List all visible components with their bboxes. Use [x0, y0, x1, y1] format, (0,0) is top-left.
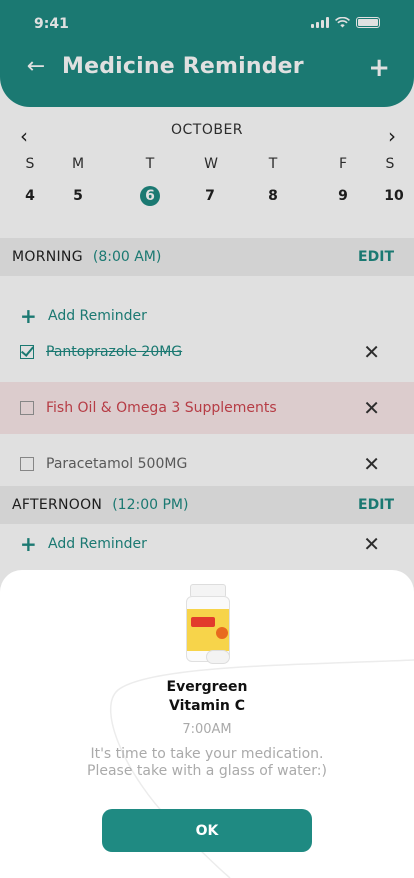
reminder-message-line2: Please take with a glass of water:)	[87, 763, 327, 779]
medication-name-line1: Evergreen	[166, 679, 248, 695]
pill-image	[206, 650, 230, 664]
reminder-message: It's time to take your medication. Pleas…	[0, 746, 414, 780]
medication-name: Evergreen Vitamin C	[0, 678, 414, 716]
medication-reminder-sheet: Evergreen Vitamin C 7:00AM It's time to …	[0, 570, 414, 878]
reminder-message-line1: It's time to take your medication.	[90, 746, 324, 762]
medication-name-line2: Vitamin C	[168, 698, 246, 714]
medication-time: 7:00AM	[182, 722, 232, 737]
ok-button[interactable]: OK	[102, 809, 312, 852]
